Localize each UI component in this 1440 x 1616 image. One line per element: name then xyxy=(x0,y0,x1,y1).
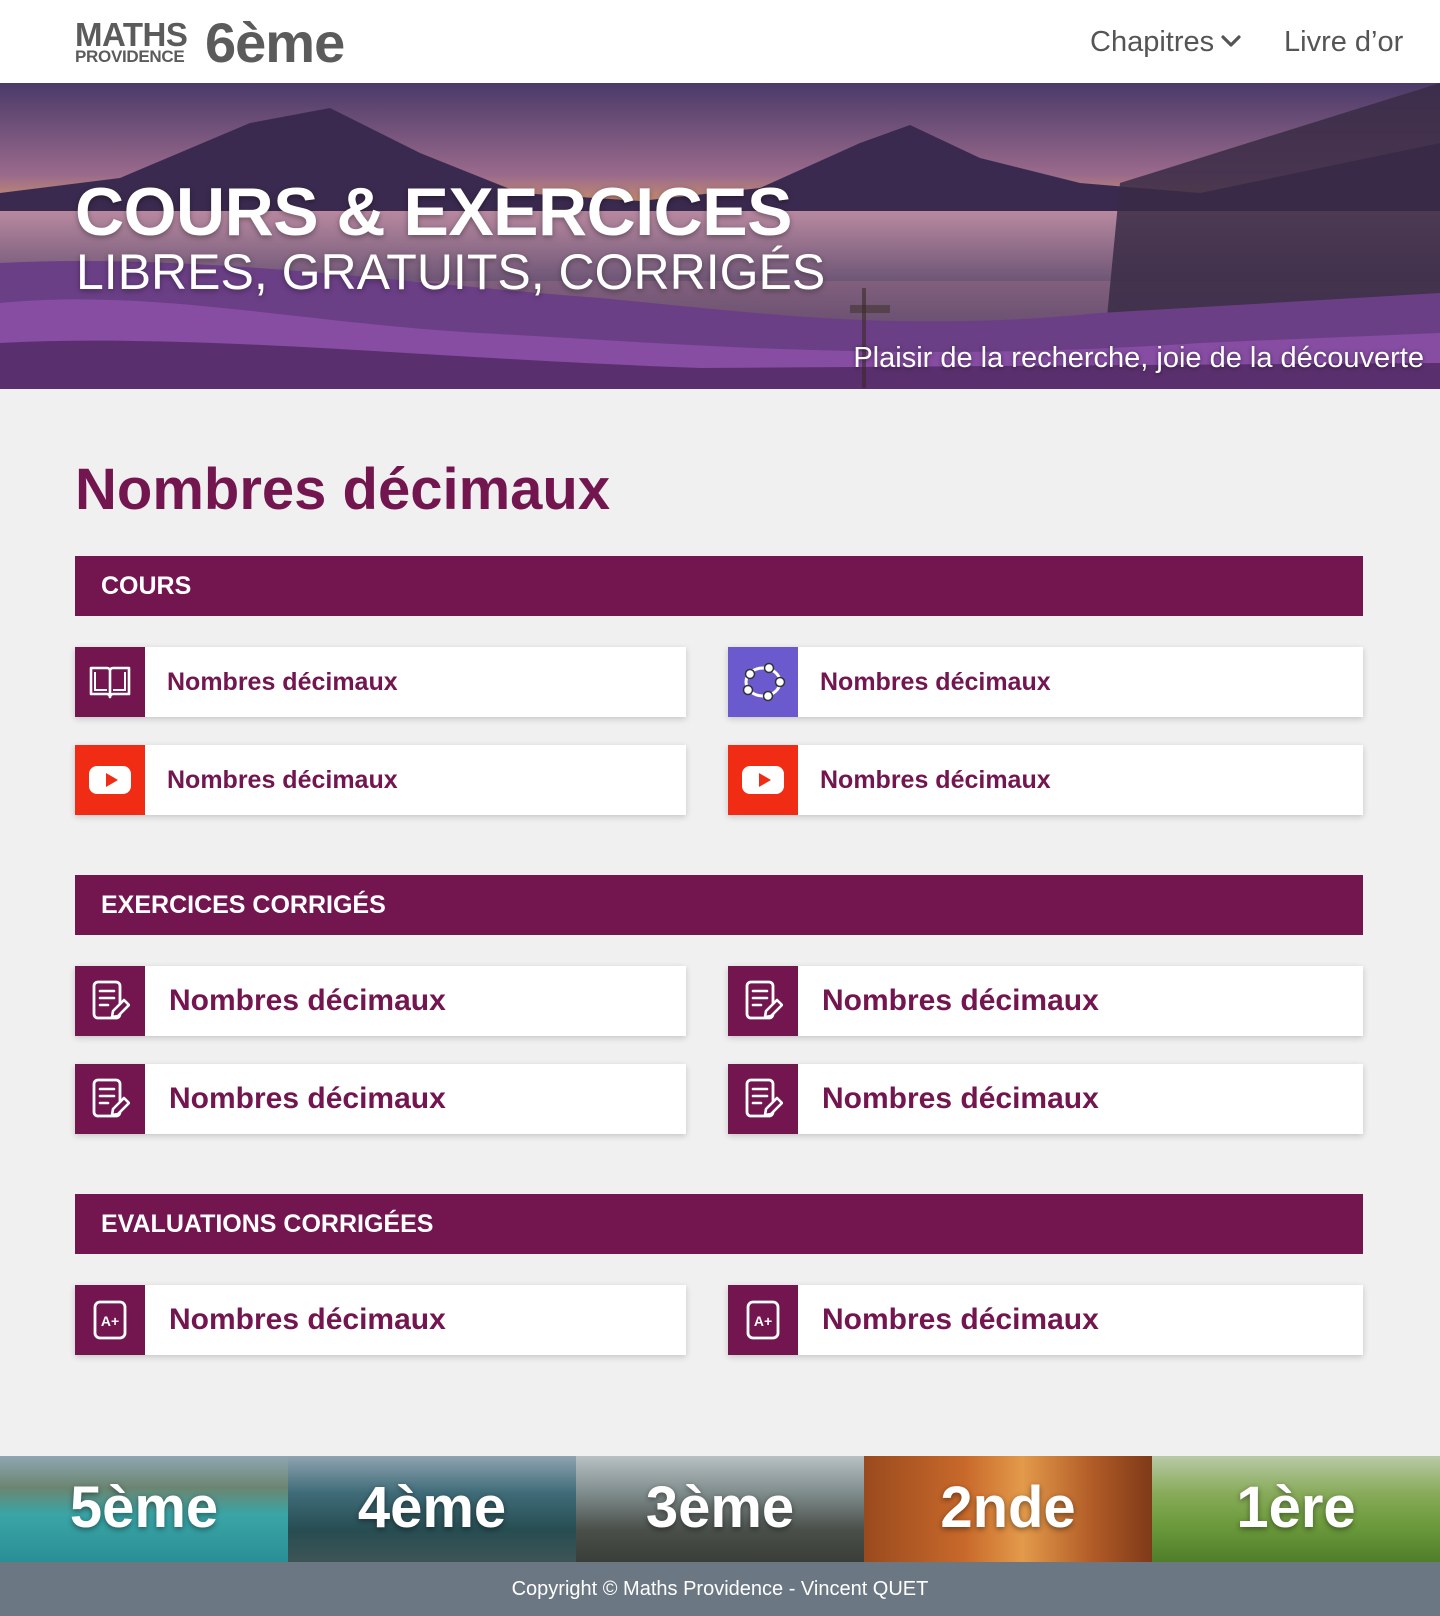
hero-motto: Plaisir de la recherche, joie de la déco… xyxy=(853,342,1424,374)
hero-subtitle: LIBRES, GRATUITS, CORRIGÉS xyxy=(76,244,826,300)
card-exercice-1[interactable]: Nombres décimaux xyxy=(75,966,686,1036)
card-exercice-3[interactable]: Nombres décimaux xyxy=(75,1064,686,1134)
hero-title: COURS & EXERCICES xyxy=(75,174,792,250)
grade-a-plus-icon: A+ xyxy=(728,1285,798,1355)
section-heading-evaluations: EVALUATIONS CORRIGÉES xyxy=(75,1194,1363,1254)
level-link-3eme[interactable]: 3ème xyxy=(576,1456,864,1562)
exercise-sheet-icon xyxy=(728,966,798,1036)
card-label: Nombres décimaux xyxy=(169,1303,446,1336)
card-cours-video-2[interactable]: Nombres décimaux xyxy=(728,745,1363,815)
level-link-1ere[interactable]: 1ère xyxy=(1152,1456,1440,1562)
card-label: Nombres décimaux xyxy=(169,984,446,1017)
card-label: Nombres décimaux xyxy=(167,668,398,696)
page-title: Nombres décimaux xyxy=(75,457,611,522)
logo-level-text: 6ème xyxy=(205,11,345,74)
card-evaluation-1[interactable]: A+ Nombres décimaux xyxy=(75,1285,686,1355)
top-navbar: MATHS PROVIDENCE 6ème Chapitres Livre d’… xyxy=(0,0,1440,83)
card-exercice-2[interactable]: Nombres décimaux xyxy=(728,966,1363,1036)
level-link-4eme[interactable]: 4ème xyxy=(288,1456,576,1562)
card-evaluation-2[interactable]: A+ Nombres décimaux xyxy=(728,1285,1363,1355)
card-label: Nombres décimaux xyxy=(820,766,1051,794)
level-label: 3ème xyxy=(645,1475,795,1540)
card-label: Nombres décimaux xyxy=(822,1303,1099,1336)
level-link-5eme[interactable]: 5ème xyxy=(0,1456,288,1562)
level-link-2nde[interactable]: 2nde xyxy=(864,1456,1152,1562)
section-heading-exercices: EXERCICES CORRIGÉS xyxy=(75,875,1363,935)
svg-text:A+: A+ xyxy=(101,1313,119,1329)
level-label: 1ère xyxy=(1236,1475,1356,1540)
level-label: 2nde xyxy=(940,1475,1076,1540)
exercise-sheet-icon xyxy=(75,966,145,1036)
exercise-sheet-icon xyxy=(75,1064,145,1134)
svg-text:A+: A+ xyxy=(754,1313,772,1329)
nav-livre-dor-link[interactable]: Livre d’or xyxy=(1284,24,1403,60)
card-exercice-4[interactable]: Nombres décimaux xyxy=(728,1064,1363,1134)
youtube-icon xyxy=(75,745,145,815)
footer-copyright: Copyright © Maths Providence - Vincent Q… xyxy=(0,1562,1440,1616)
level-label: 4ème xyxy=(357,1475,507,1540)
card-cours-pdf[interactable]: Nombres décimaux xyxy=(75,647,686,717)
grade-a-plus-icon: A+ xyxy=(75,1285,145,1355)
book-icon xyxy=(75,647,145,717)
card-cours-geogebra[interactable]: Nombres décimaux xyxy=(728,647,1363,717)
card-label: Nombres décimaux xyxy=(820,668,1051,696)
card-label: Nombres décimaux xyxy=(169,1082,446,1115)
chevron-down-icon xyxy=(1221,35,1241,47)
section-heading-cours: COURS xyxy=(75,556,1363,616)
level-label: 5ème xyxy=(69,1475,219,1540)
geogebra-icon xyxy=(728,647,798,717)
nav-chapitres-dropdown[interactable]: Chapitres xyxy=(1090,24,1242,60)
card-label: Nombres décimaux xyxy=(822,1082,1099,1115)
card-label: Nombres décimaux xyxy=(822,984,1099,1017)
logo-providence-text: PROVIDENCE xyxy=(75,47,185,66)
youtube-icon xyxy=(728,745,798,815)
level-links-strip: 5ème 4ème 3ème 2nde 1ère xyxy=(0,1456,1440,1562)
nav-chapitres-label: Chapitres xyxy=(1090,26,1215,58)
exercise-sheet-icon xyxy=(728,1064,798,1134)
card-label: Nombres décimaux xyxy=(167,766,398,794)
card-cours-video-1[interactable]: Nombres décimaux xyxy=(75,745,686,815)
hero-banner: COURS & EXERCICES LIBRES, GRATUITS, CORR… xyxy=(0,83,1440,389)
